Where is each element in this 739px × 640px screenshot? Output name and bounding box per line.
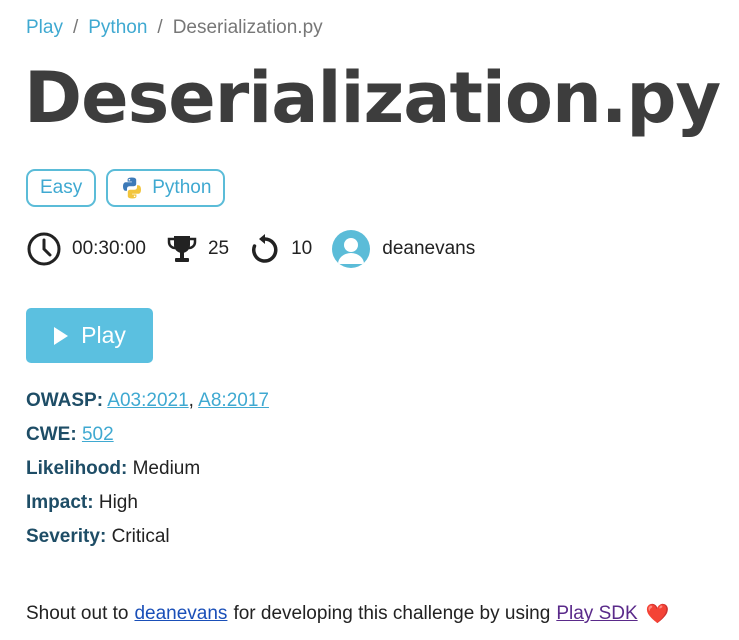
cwe-row: CWE: 502 xyxy=(26,422,269,456)
play-button[interactable]: Play xyxy=(26,308,153,363)
owasp-link-a8-2017[interactable]: A8:2017 xyxy=(198,390,269,411)
breadcrumb-separator: / xyxy=(72,17,79,38)
breadcrumb-play-link[interactable]: Play xyxy=(26,17,63,39)
play-button-label: Play xyxy=(81,322,126,348)
duration-item: 00:30:00 xyxy=(26,231,146,267)
shoutout-user-link[interactable]: deanevans xyxy=(134,603,227,625)
clock-icon xyxy=(27,232,61,266)
shoutout-middle: for developing this challenge by using xyxy=(233,603,551,624)
attempts-item: 10 xyxy=(249,233,312,265)
points-value: 25 xyxy=(207,238,230,259)
severity-row: Severity: Critical xyxy=(26,524,269,558)
severity-key: Severity: xyxy=(26,526,107,547)
breadcrumb-current: Deserialization.py xyxy=(172,17,323,38)
shoutout: Shout out to deanevans for developing th… xyxy=(26,602,669,626)
tag-list: Easy Python xyxy=(26,169,226,207)
challenge-details: OWASP: A03:2021, A8:2017 CWE: 502 Likeli… xyxy=(26,388,269,558)
python-icon xyxy=(123,177,142,199)
play-icon xyxy=(54,326,69,345)
duration-value: 00:30:00 xyxy=(72,238,146,259)
avatar[interactable] xyxy=(332,230,371,268)
owasp-link-a03-2021[interactable]: A03:2021 xyxy=(107,390,188,411)
page: Play / Python / Deserialization.py Deser… xyxy=(0,0,739,640)
impact-value: High xyxy=(98,492,138,513)
trophy-icon xyxy=(167,236,197,262)
owasp-key: OWASP: xyxy=(26,390,104,411)
shoutout-prefix: Shout out to xyxy=(26,603,129,624)
challenge-meta: 00:30:00 25 10 deanevans xyxy=(26,229,495,269)
likelihood-value: Medium xyxy=(132,458,201,479)
impact-key: Impact: xyxy=(26,492,94,513)
heart-icon: ❤️ xyxy=(645,604,670,625)
breadcrumb: Play / Python / Deserialization.py xyxy=(26,17,323,39)
impact-row: Impact: High xyxy=(26,490,269,524)
likelihood-key: Likelihood: xyxy=(26,458,128,479)
cwe-link[interactable]: 502 xyxy=(82,424,114,445)
likelihood-row: Likelihood: Medium xyxy=(26,456,269,490)
breadcrumb-separator: / xyxy=(157,17,163,38)
owasp-separator: , xyxy=(188,390,194,411)
play-sdk-link[interactable]: Play SDK xyxy=(556,603,637,625)
language-tag-label: Python xyxy=(152,177,212,198)
attempts-value: 10 xyxy=(291,238,313,259)
author-name[interactable]: deanevans xyxy=(382,238,475,260)
breadcrumb-python-link[interactable]: Python xyxy=(88,17,147,39)
owasp-row: OWASP: A03:2021, A8:2017 xyxy=(26,388,269,422)
difficulty-tag-label: Easy xyxy=(40,177,83,198)
user-icon xyxy=(338,238,365,264)
cwe-key: CWE: xyxy=(26,424,77,445)
page-title: Deserialization.py xyxy=(24,57,721,139)
difficulty-tag[interactable]: Easy xyxy=(26,169,97,207)
author-item[interactable]: deanevans xyxy=(332,230,475,268)
severity-value: Critical xyxy=(111,526,170,547)
points-item: 25 xyxy=(166,233,229,265)
retry-icon xyxy=(252,234,278,263)
language-tag[interactable]: Python xyxy=(106,169,226,207)
